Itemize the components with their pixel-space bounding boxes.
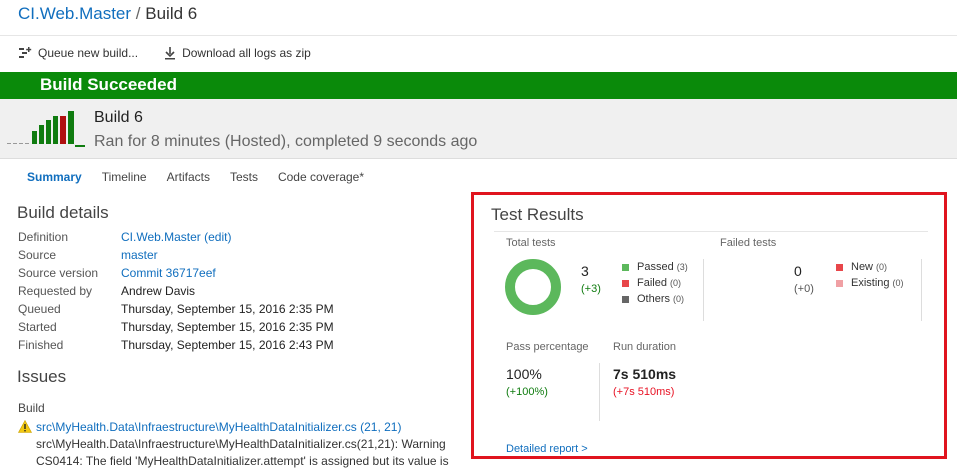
detail-value: Thursday, September 15, 2016 2:35 PM — [121, 320, 334, 334]
total-tests-delta: (+3) — [581, 283, 601, 295]
test-results-panel: Test Results Total tests 3 (+3) Passed (… — [471, 192, 947, 459]
vertical-divider — [599, 363, 600, 421]
failed-tests-count: 0 — [794, 263, 802, 279]
detail-row-source-version: Source version Commit 36717eef — [18, 266, 334, 284]
run-duration-label: Run duration — [613, 341, 676, 353]
source-branch-link[interactable]: master — [121, 248, 158, 266]
breadcrumb-project-link[interactable]: CI.Web.Master — [18, 4, 131, 23]
failed-tests-label: Failed tests — [720, 237, 777, 249]
breadcrumb-separator: / — [135, 4, 141, 23]
detail-value: Andrew Davis — [121, 284, 196, 298]
detail-value: Thursday, September 15, 2016 2:43 PM — [121, 338, 334, 352]
build-history-icon — [7, 111, 85, 147]
build-details-list: Definition CI.Web.Master (edit) Source m… — [18, 230, 334, 356]
issue-file-link[interactable]: src\MyHealth.Data\Infraestructure\MyHeal… — [36, 420, 401, 434]
detail-label: Source version — [18, 266, 99, 280]
commit-link[interactable]: Commit 36717eef — [121, 266, 216, 284]
failed-tests-delta: (+0) — [794, 283, 814, 295]
pass-percentage-delta: (+100%) — [506, 386, 548, 398]
detail-row-definition: Definition CI.Web.Master (edit) — [18, 230, 334, 248]
issue-group-label: Build — [18, 401, 45, 415]
legend-label: New — [851, 261, 874, 273]
tab-tests[interactable]: Tests — [230, 170, 258, 184]
warning-icon — [18, 420, 32, 433]
download-logs-button[interactable]: Download all logs as zip — [164, 46, 311, 60]
legend-label: Others — [637, 293, 671, 305]
build-header: Build 6 Ran for 8 minutes (Hosted), comp… — [0, 99, 957, 159]
legend-swatch — [622, 279, 629, 287]
legend-new: New (0) — [836, 259, 904, 275]
total-tests-legend: Passed (3) Failed (0) Others (0) — [622, 259, 688, 307]
pass-percentage-label: Pass percentage — [506, 341, 589, 353]
detail-value: Thursday, September 15, 2016 2:35 PM — [121, 302, 334, 316]
detail-row-finished: Finished Thursday, September 15, 2016 2:… — [18, 338, 334, 356]
build-status-banner: Build Succeeded — [0, 72, 957, 99]
legend-count: (0) — [673, 294, 685, 304]
legend-swatch — [622, 263, 629, 271]
legend-label: Passed — [637, 261, 674, 273]
legend-count: (0) — [876, 262, 888, 272]
legend-swatch — [622, 295, 629, 303]
build-subtitle: Ran for 8 minutes (Hosted), completed 9 … — [94, 133, 478, 150]
detail-row-requested-by: Requested by Andrew Davis — [18, 284, 334, 302]
legend-passed: Passed (3) — [622, 259, 688, 275]
legend-count: (0) — [892, 278, 904, 288]
legend-existing: Existing (0) — [836, 275, 904, 291]
detail-label: Queued — [18, 302, 61, 316]
vertical-divider — [921, 259, 922, 321]
total-tests-donut-chart — [505, 259, 561, 315]
legend-count: (3) — [676, 262, 688, 272]
issues-title: Issues — [17, 367, 67, 386]
pass-percentage-value: 100% — [506, 366, 542, 382]
detail-label: Started — [18, 320, 57, 334]
legend-swatch — [836, 263, 843, 271]
run-duration-value: 7s 510ms — [613, 366, 677, 382]
run-duration-delta: (+7s 510ms) — [613, 386, 675, 398]
detail-label: Requested by — [18, 284, 93, 298]
build-details-title: Build details — [17, 203, 109, 222]
breadcrumb-build: Build 6 — [145, 4, 198, 23]
detail-row-started: Started Thursday, September 15, 2016 2:3… — [18, 320, 334, 338]
breadcrumb: CI.Web.Master / Build 6 — [18, 4, 197, 24]
legend-label: Existing — [851, 277, 890, 289]
detail-label: Finished — [18, 338, 64, 352]
tab-summary[interactable]: Summary — [27, 170, 82, 184]
total-tests-count: 3 — [581, 263, 589, 279]
test-results-divider — [494, 231, 928, 232]
queue-new-build-button[interactable]: Queue new build... — [18, 46, 138, 60]
tab-timeline[interactable]: Timeline — [102, 170, 147, 184]
detail-row-queued: Queued Thursday, September 15, 2016 2:35… — [18, 302, 334, 320]
issue-message: src\MyHealth.Data\Infraestructure\MyHeal… — [36, 437, 449, 468]
definition-link[interactable]: CI.Web.Master (edit) — [121, 230, 231, 248]
legend-others: Others (0) — [622, 291, 688, 307]
queue-new-build-label: Queue new build... — [38, 46, 139, 60]
detail-label: Source — [18, 248, 57, 262]
legend-label: Failed — [637, 277, 667, 289]
toolbar: Queue new build... Download all logs as … — [18, 46, 311, 60]
vertical-divider — [703, 259, 704, 321]
header-divider — [0, 35, 957, 36]
legend-count: (0) — [669, 278, 681, 288]
tab-artifacts[interactable]: Artifacts — [167, 170, 210, 184]
download-logs-label: Download all logs as zip — [182, 46, 311, 60]
detailed-report-link[interactable]: Detailed report > — [506, 443, 588, 455]
legend-failed: Failed (0) — [622, 275, 688, 291]
total-tests-label: Total tests — [506, 237, 556, 249]
test-results-title: Test Results — [491, 205, 584, 224]
detail-label: Definition — [18, 230, 69, 244]
download-icon — [164, 46, 176, 60]
tab-bar: Summary Timeline Artifacts Tests Code co… — [27, 170, 384, 184]
queue-build-icon — [18, 46, 32, 60]
failed-tests-legend: New (0) Existing (0) — [836, 259, 904, 291]
build-title: Build 6 — [94, 109, 143, 126]
detail-row-source: Source master — [18, 248, 334, 266]
legend-swatch — [836, 279, 843, 287]
tab-code-coverage[interactable]: Code coverage* — [278, 170, 364, 184]
build-status-text: Build Succeeded — [40, 75, 177, 94]
